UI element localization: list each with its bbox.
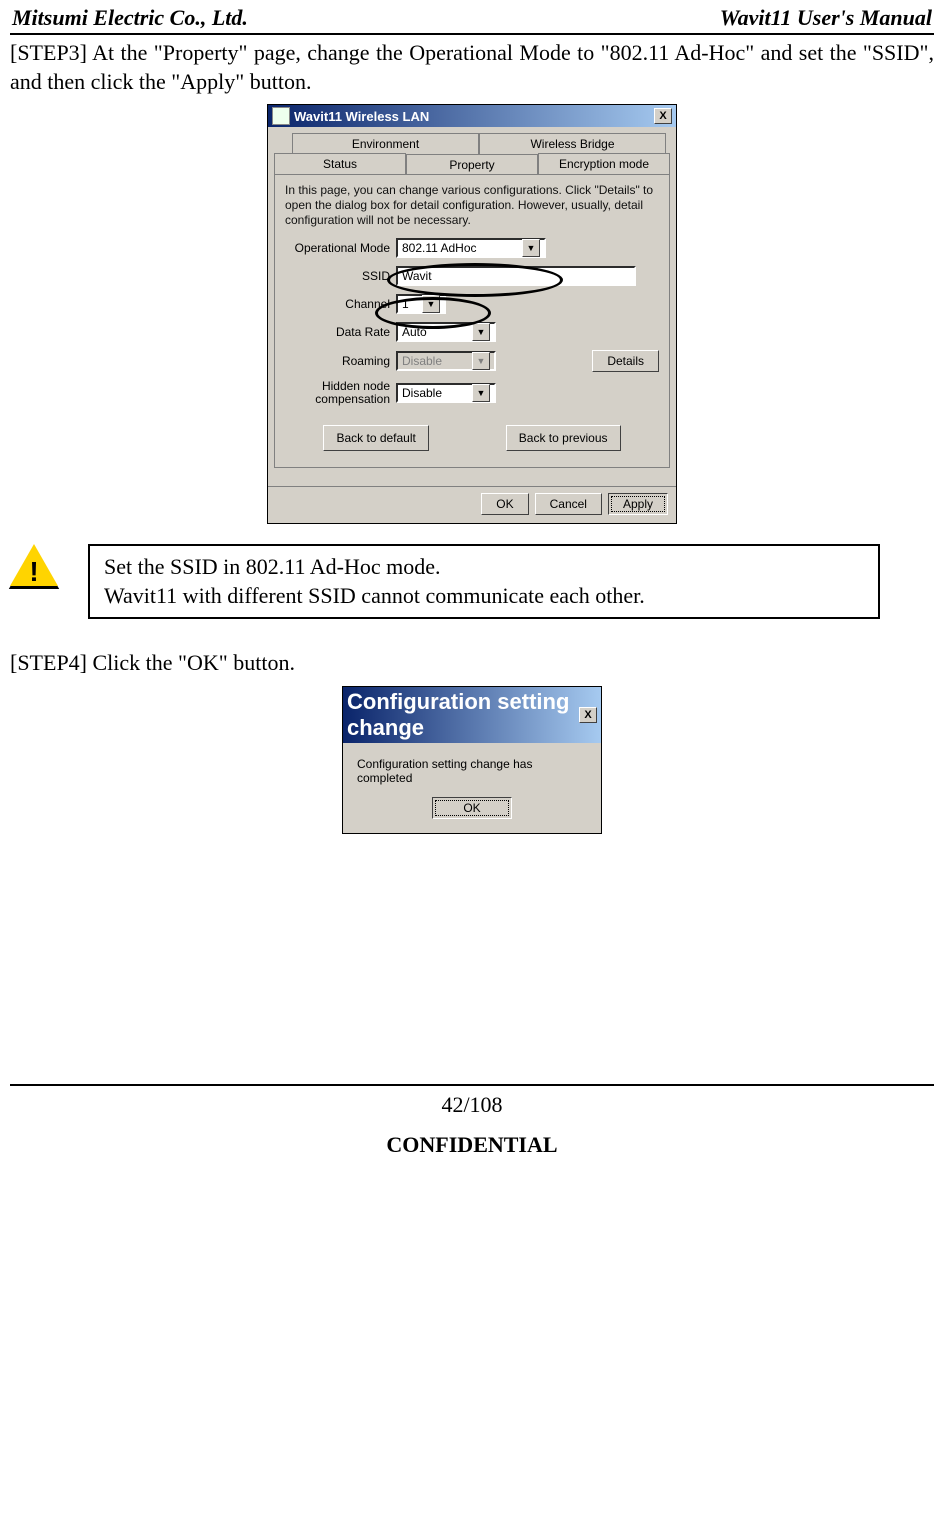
hidden-node-value: Disable — [402, 386, 442, 400]
tab-status[interactable]: Status — [274, 153, 406, 175]
tab-wireless-bridge[interactable]: Wireless Bridge — [479, 133, 666, 154]
label-data-rate: Data Rate — [285, 326, 396, 339]
confirm-title: Configuration setting change — [347, 689, 579, 741]
note-line1: Set the SSID in 802.11 Ad-Hoc mode. — [104, 552, 864, 582]
note-line2: Wavit11 with different SSID cannot commu… — [104, 581, 864, 611]
hidden-node-dropdown[interactable]: Disable ▼ — [396, 383, 496, 403]
label-channel: Channel — [285, 298, 396, 311]
channel-dropdown[interactable]: 1 ▼ — [396, 294, 446, 314]
page-number: 42/108 — [10, 1092, 934, 1118]
warning-icon: ! — [10, 544, 58, 590]
confirm-ok-button[interactable]: OK — [432, 797, 511, 819]
header-left: Mitsumi Electric Co., Ltd. — [12, 5, 248, 31]
op-mode-dropdown[interactable]: 802.11 AdHoc ▼ — [396, 238, 546, 258]
step3-text: [STEP3] At the "Property" page, change t… — [10, 39, 934, 96]
dialog-titlebar: Wavit11 Wireless LAN X — [268, 105, 676, 127]
chevron-down-icon: ▼ — [422, 295, 440, 313]
close-icon[interactable]: X — [654, 108, 672, 124]
tab-property[interactable]: Property — [406, 154, 538, 176]
ssid-input[interactable]: Wavit — [396, 266, 636, 286]
step4-text: [STEP4] Click the "OK" button. — [10, 649, 934, 678]
roaming-dropdown: Disable ▼ — [396, 351, 496, 371]
label-roaming: Roaming — [285, 355, 396, 368]
header-right: Wavit11 User's Manual — [720, 5, 932, 31]
back-to-previous-button[interactable]: Back to previous — [506, 425, 621, 451]
label-op-mode: Operational Mode — [285, 242, 396, 255]
label-ssid: SSID — [285, 270, 396, 283]
chevron-down-icon: ▼ — [472, 352, 490, 370]
property-description: In this page, you can change various con… — [285, 183, 659, 228]
data-rate-dropdown[interactable]: Auto ▼ — [396, 322, 496, 342]
data-rate-value: Auto — [402, 325, 427, 339]
note-box: Set the SSID in 802.11 Ad-Hoc mode. Wavi… — [88, 544, 880, 619]
dialog-title: Wavit11 Wireless LAN — [294, 109, 654, 124]
tab-environment[interactable]: Environment — [292, 133, 479, 154]
close-icon[interactable]: X — [579, 707, 597, 723]
apply-button[interactable]: Apply — [608, 493, 668, 515]
confirm-titlebar: Configuration setting change X — [343, 687, 601, 743]
ok-button[interactable]: OK — [481, 493, 528, 515]
confirm-dialog: Configuration setting change X Configura… — [342, 686, 602, 834]
label-hidden-node: Hidden node compensation — [285, 380, 396, 406]
tab-encryption-mode[interactable]: Encryption mode — [538, 153, 670, 175]
app-icon — [272, 107, 290, 125]
roaming-value: Disable — [402, 354, 442, 368]
page-header: Mitsumi Electric Co., Ltd. Wavit11 User'… — [10, 5, 934, 35]
confirm-message: Configuration setting change has complet… — [353, 757, 591, 785]
note-row: ! Set the SSID in 802.11 Ad-Hoc mode. Wa… — [10, 544, 934, 619]
op-mode-value: 802.11 AdHoc — [402, 241, 477, 255]
chevron-down-icon: ▼ — [522, 239, 540, 257]
confidential-label: CONFIDENTIAL — [10, 1132, 934, 1158]
property-dialog: Wavit11 Wireless LAN X Environment Wirel… — [267, 104, 677, 523]
chevron-down-icon: ▼ — [472, 323, 490, 341]
details-button[interactable]: Details — [592, 350, 659, 372]
footer-rule — [10, 1084, 934, 1086]
chevron-down-icon: ▼ — [472, 384, 490, 402]
ssid-value: Wavit — [402, 269, 432, 283]
back-to-default-button[interactable]: Back to default — [323, 425, 428, 451]
cancel-button[interactable]: Cancel — [535, 493, 602, 515]
channel-value: 1 — [402, 297, 409, 311]
